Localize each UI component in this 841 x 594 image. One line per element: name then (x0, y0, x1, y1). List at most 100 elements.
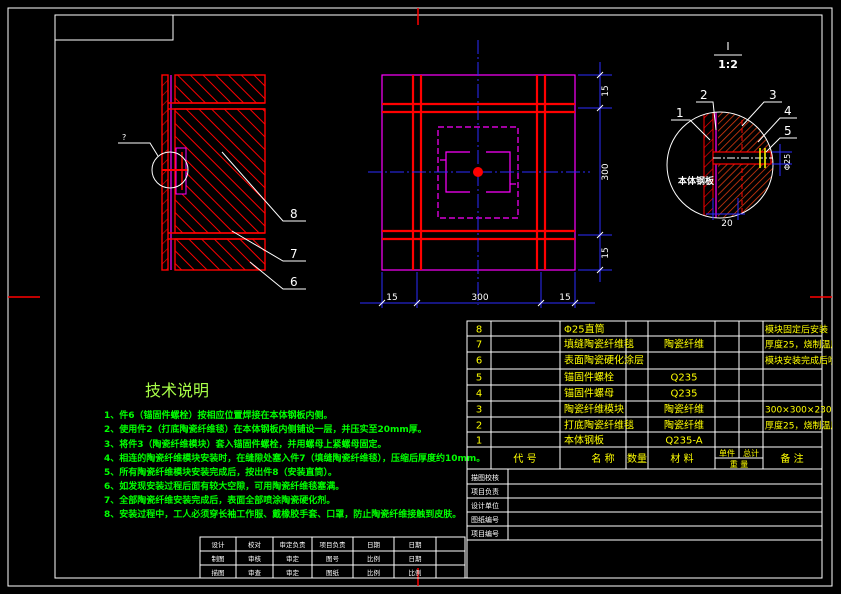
bom-row-no: 3 (476, 405, 482, 416)
signature-cell: 描图 (212, 568, 225, 577)
signature-cell: 审定 (286, 554, 300, 563)
signature-cell: 比例 (367, 568, 380, 577)
cad-drawing-sheet: ? 8 7 6 15 300 15 15 300 15 I 1:2 1 2 3 … (7, 7, 841, 587)
note-item-1: 1、件6（锚固件螺栓）按相应位置焊接在本体钢板内侧。 (104, 409, 333, 421)
bom-row-name: 打底陶瓷纤维毯 (564, 419, 634, 432)
dim-right-bottom: 15 (601, 247, 611, 258)
anchor-point (473, 167, 483, 177)
note-item-8: 8、安装过程中，工人必须穿长袖工作服、戴橡胶手套、口罩，防止陶瓷纤维接触到皮肤。 (104, 508, 461, 520)
bom-row-material: Q235 (671, 373, 698, 384)
bom-row-material: 陶瓷纤维 (664, 338, 704, 351)
bom-row-name: Φ25直筒 (564, 323, 605, 336)
module-middle-section (174, 108, 266, 234)
bom-row-no: 4 (476, 389, 482, 400)
detail-diameter: Φ25 (783, 154, 792, 170)
bom-row-material: 陶瓷纤维 (664, 403, 704, 416)
note-item-3: 3、将件3（陶瓷纤维模块）套入锚固件螺栓，并用螺母上紧螺母固定。 (104, 438, 387, 450)
detail-title: I (726, 40, 729, 53)
notes-title: 技术说明 (145, 381, 209, 400)
detail-callout-4: 4 (784, 104, 792, 118)
bom-row-name: 陶瓷纤维模块 (564, 403, 624, 416)
bom-row-name: 锚固件螺栓 (564, 371, 614, 384)
detail-callout-5: 5 (784, 124, 792, 138)
bom-header-material: 材 料 (670, 452, 693, 465)
bom-row-no: 6 (476, 356, 482, 367)
left-section-view: ? 8 7 6 (118, 74, 306, 290)
bom-row-no: 8 (476, 325, 482, 336)
signature-cell: 审核 (248, 554, 262, 563)
callout-8: 8 (290, 207, 298, 221)
signature-cell: 审查 (248, 568, 262, 577)
signature-cell: 制图 (212, 554, 225, 563)
note-item-5: 5、所有陶瓷纤维模块安装完成后，按出件8（安装直筒）。 (104, 466, 337, 478)
module-bottom-section (174, 238, 266, 271)
dim-right-middle: 300 (601, 163, 611, 180)
signature-cell: 日期 (409, 541, 423, 549)
bom-row-name: 锚固件螺母 (564, 388, 614, 400)
detail-plate-label: 本体钢板 (678, 175, 715, 187)
bom-row-remark: 厚度25，烧制温度1 (765, 420, 841, 432)
bom-header-name: 名 称 (591, 452, 614, 465)
bom-header-code: 代 号 (513, 453, 536, 465)
bom-row-no: 7 (476, 340, 482, 351)
callout-7: 7 (290, 247, 298, 261)
signature-table: 设计 校对 审定负责 项目负责 日期 日期制图 审核 审定 图号 比例 日期描图 审查 审定 图纸 比例 比例 (199, 536, 466, 579)
bom-row-remark: 模块固定后安装 (765, 324, 828, 336)
signature-cell: 项目负责 (320, 540, 347, 549)
signature-cell: 审定负责 (280, 540, 307, 549)
top-left-box (54, 14, 174, 41)
note-item-4: 4、相连的陶瓷纤维模块安装时，在缝隙处塞入件7（填缝陶瓷纤维毯），压缩后厚度约1… (104, 452, 485, 464)
detail-callout-3: 3 (769, 88, 777, 102)
bom-header-remark: 备 注 (780, 452, 803, 465)
bom-row-name: 表面陶瓷硬化涂层 (564, 354, 644, 367)
bom-row-material: Q235 (671, 389, 698, 400)
note-item-6: 6、如发现安装过程后面有较大空隙，可用陶瓷纤维毯塞满。 (104, 480, 344, 492)
detail-steel-plate (703, 112, 714, 218)
title-block-label-2: 项目负责 (471, 487, 499, 496)
signature-cell: 日期 (409, 555, 423, 563)
detail-marker-label: ? (122, 133, 126, 142)
note-item-7: 7、全部陶瓷纤维安装完成后，表面全部喷涂陶瓷硬化剂。 (104, 494, 335, 506)
title-block-label-3: 设计单位 (471, 501, 499, 510)
dim-bottom-middle: 300 (471, 293, 488, 303)
dim-bottom-right: 15 (559, 293, 570, 303)
detail-scale: 1:2 (718, 58, 738, 71)
bom-row-remark: 模块安装完成后喷涂 (765, 355, 841, 367)
bom-row-name: 填缝陶瓷纤维毯 (564, 338, 634, 351)
bom-row-no: 5 (476, 373, 482, 384)
bom-row-no: 2 (476, 421, 482, 432)
title-block-label-4: 图纸编号 (471, 515, 499, 524)
signature-cell: 图纸 (326, 568, 340, 577)
signature-cell: 审定 (286, 568, 300, 577)
note-item-2: 2、使用件2（打底陶瓷纤维毯）在本体钢板内侧铺设一层，并压实至20mm厚。 (104, 423, 427, 435)
detail-view-I: I 1:2 1 2 3 4 5 本体钢板 Φ25 20 (666, 40, 797, 229)
title-block-label-5: 项目编号 (471, 529, 499, 538)
bom-row-material: Q235-A (665, 436, 702, 447)
dim-right-top: 15 (601, 85, 611, 96)
module-top-section (174, 74, 266, 104)
notes-list: 1、件6（锚固件螺栓）按相应位置焊接在本体钢板内侧。 2、使用件2（打底陶瓷纤维毯… (104, 409, 485, 520)
signature-cell: 比例 (409, 568, 422, 577)
bom-header-weight: 重 量 (730, 459, 749, 469)
detail-callout-1: 1 (676, 106, 684, 120)
bom-header-weight-single: 单件 (719, 448, 735, 458)
dim-bottom-left: 15 (386, 293, 397, 303)
bom-row-remark: 300×300×230 (765, 406, 832, 416)
bom-header-weight-total: 总计 (743, 448, 759, 458)
bom-row-remark: 厚度25，烧制温度1 (765, 339, 841, 351)
signature-cell: 校对 (248, 540, 262, 549)
bom-row-name: 本体钢板 (564, 434, 604, 447)
steel-plate-section (161, 74, 169, 271)
title-block-label-1: 描图校核 (471, 473, 499, 482)
callout-6: 6 (290, 275, 298, 289)
signature-cell: 设计 (212, 540, 226, 549)
technical-notes: 技术说明 1、件6（锚固件螺栓）按相应位置焊接在本体钢板内侧。 2、使用件2（打底… (104, 381, 485, 520)
detail-width: 20 (721, 219, 733, 229)
bill-of-materials: 8 Φ25直筒7 填缝陶瓷纤维毯 陶瓷纤维6 表面陶瓷硬化涂层5 锚固件螺栓 Q2354 锚固… (466, 320, 841, 470)
signature-cell: 比例 (367, 554, 380, 563)
middle-plan-view: 15 300 15 15 300 15 (360, 40, 612, 308)
signature-cell: 图号 (326, 555, 340, 563)
bom-header-qty: 数量 (627, 452, 647, 465)
title-block: 描图校核 项目负责 设计单位 图纸编号 项目编号 (466, 468, 823, 579)
bom-row-no: 1 (476, 436, 482, 447)
